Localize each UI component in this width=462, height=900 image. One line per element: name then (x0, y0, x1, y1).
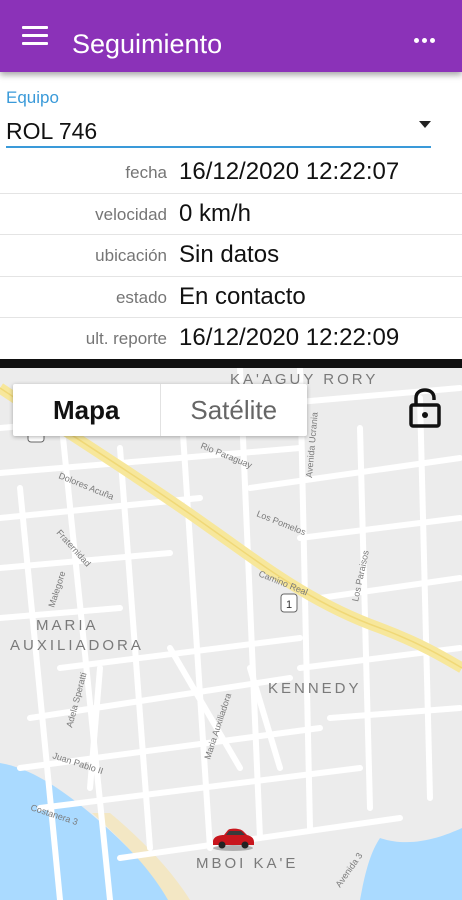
street-label: Malegore (46, 570, 67, 609)
map-canvas: 1 KA'AGUY RORY MARIA AUXILIADORA KENNEDY… (0, 368, 462, 900)
info-row-estado: estado En contacto (0, 277, 462, 318)
street-label: Avenida 3 (333, 851, 364, 889)
tab-satelite[interactable]: Satélite (159, 384, 308, 436)
more-vert-icon[interactable] (414, 30, 440, 43)
info-value: 16/12/2020 12:22:09 (179, 324, 400, 351)
info-label: fecha (125, 163, 167, 182)
vehicle-info-list: fecha 16/12/2020 12:22:07 velocidad 0 km… (0, 152, 462, 360)
equipo-selected-value: ROL 746 (6, 118, 98, 144)
hamburger-menu-icon[interactable] (22, 26, 48, 46)
info-row-fecha: fecha 16/12/2020 12:22:07 (0, 152, 462, 194)
info-value: Sin datos (179, 241, 280, 268)
app-title: Seguimiento (72, 29, 223, 59)
info-label: ubicación (95, 246, 167, 265)
map-divider (0, 359, 462, 368)
info-label: ult. reporte (85, 329, 167, 348)
map-view[interactable]: 1 KA'AGUY RORY MARIA AUXILIADORA KENNEDY… (0, 368, 462, 900)
street-label: Los Paraisos (350, 549, 371, 602)
unlock-icon[interactable] (408, 388, 442, 428)
dropdown-arrow-icon (419, 121, 431, 128)
info-value: 0 km/h (179, 199, 252, 227)
route-shield-icon: 1 (280, 593, 298, 613)
app-bar: Seguimiento (0, 0, 462, 72)
info-row-ubicacion: ubicación Sin datos (0, 235, 462, 277)
info-label: velocidad (95, 204, 167, 224)
water-area (360, 828, 462, 900)
route-shield-number: 1 (286, 599, 292, 611)
tab-mapa[interactable]: Mapa (13, 384, 160, 436)
map-type-tabs: Mapa Satélite (13, 384, 307, 436)
neighborhood-label: AUXILIADORA (10, 637, 144, 654)
equipo-label: Equipo (6, 88, 59, 107)
street-label: Adela Speratti (64, 671, 88, 728)
neighborhood-label: MARIA (36, 617, 99, 634)
equipo-dropdown[interactable]: ROL 746 (6, 110, 431, 148)
car-icon[interactable] (210, 826, 256, 852)
info-label: estado (115, 287, 167, 307)
neighborhood-label: MBOI KA'E (196, 855, 298, 872)
info-value: 16/12/2020 12:22:07 (179, 158, 400, 185)
info-row-ult-reporte: ult. reporte 16/12/2020 12:22:09 (0, 318, 462, 360)
info-row-velocidad: velocidad 0 km/h (0, 194, 462, 235)
neighborhood-label: KENNEDY (268, 680, 362, 697)
street-label: Los Pomelos (255, 509, 307, 538)
info-value: En contacto (179, 282, 306, 310)
